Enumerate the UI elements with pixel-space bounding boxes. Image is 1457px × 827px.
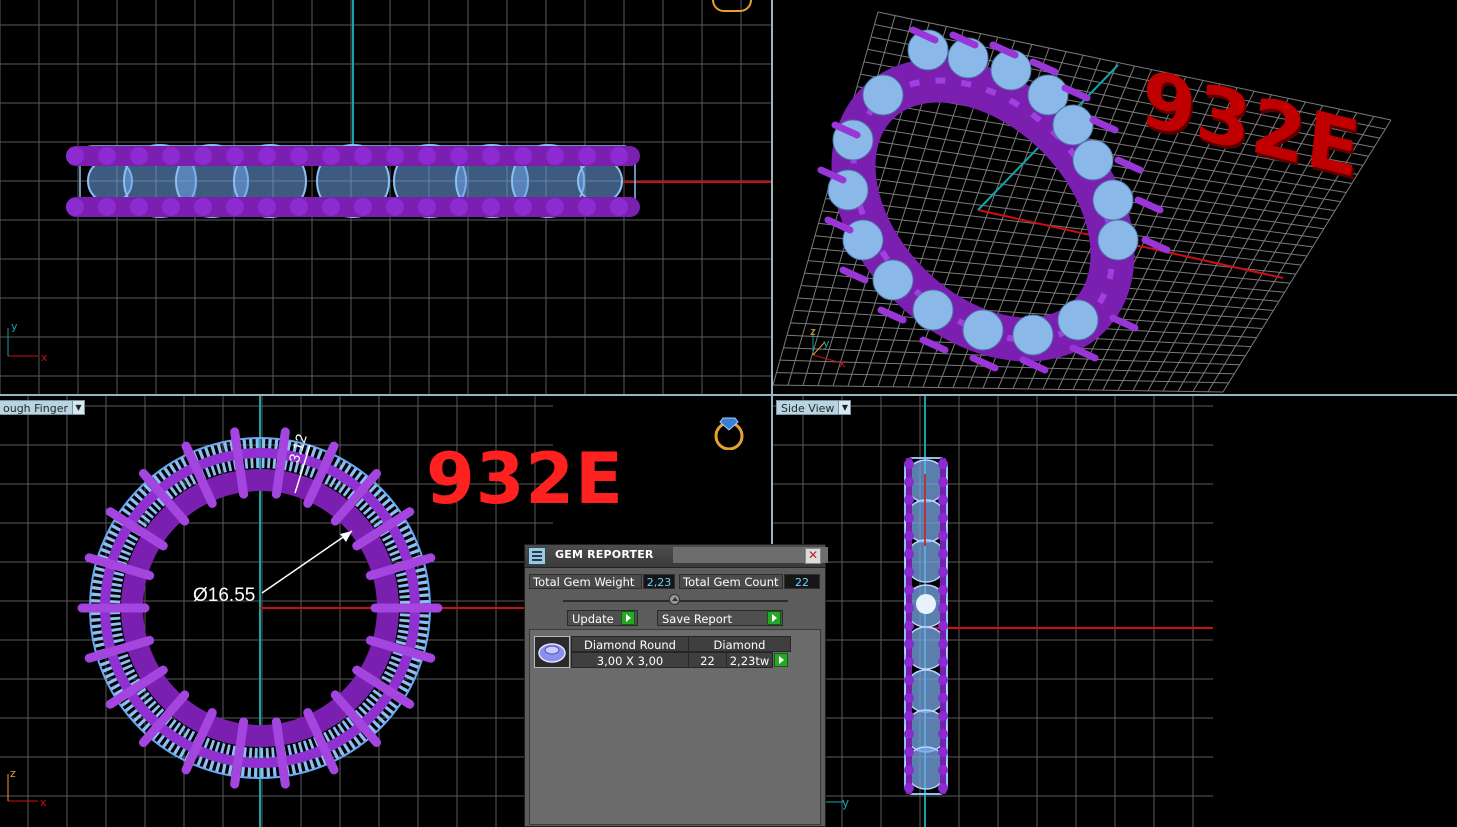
model-id-watermark: 932E xyxy=(426,438,624,520)
total-gem-weight-value: 2,23 xyxy=(643,574,675,589)
update-button-label: Update xyxy=(572,612,614,626)
diamond-round-thumbnail[interactable] xyxy=(534,636,570,668)
viewport-label-through-finger[interactable]: ough Finger ▼ xyxy=(0,400,85,415)
axis-gizmo: xy xyxy=(7,320,48,364)
dimension-diameter-label: Ø16.55 xyxy=(193,585,256,606)
svg-text:x: x xyxy=(40,796,47,809)
gem-weight-cell: 2,23tw xyxy=(726,652,773,668)
play-icon[interactable] xyxy=(621,611,635,625)
report-icon xyxy=(528,547,546,565)
total-gem-count-label: Total Gem Count xyxy=(679,574,783,589)
svg-text:x: x xyxy=(41,351,48,364)
play-icon[interactable] xyxy=(767,611,781,625)
gem-material-cell: Diamond xyxy=(688,636,791,652)
viewport-side[interactable]: y Side View ▼ xyxy=(773,396,1457,827)
viewport-label-side[interactable]: Side View ▼ xyxy=(776,400,852,415)
close-icon[interactable]: ✕ xyxy=(805,548,821,564)
svg-text:x: x xyxy=(839,357,846,370)
viewport-splitter-horizontal[interactable] xyxy=(0,394,1457,396)
viewport-perspective[interactable]: xzy 932E xyxy=(773,0,1457,394)
gem-size-cell: 3,00 X 3,00 xyxy=(571,652,689,668)
chevron-down-icon[interactable]: ▼ xyxy=(71,400,85,415)
collapse-toggle-icon[interactable] xyxy=(669,594,680,605)
grid-lines xyxy=(773,396,1213,827)
ring-band-front xyxy=(66,144,640,218)
axis-gizmo: x zy xyxy=(810,325,846,370)
viewport-front[interactable]: xy xyxy=(0,0,771,394)
play-icon[interactable] xyxy=(774,653,788,667)
save-report-button-label: Save Report xyxy=(662,612,733,626)
svg-text:y: y xyxy=(11,320,18,333)
save-report-button[interactable]: Save Report xyxy=(657,610,783,626)
perspective-view-canvas[interactable]: x zy xyxy=(773,0,1457,394)
svg-text:y: y xyxy=(842,796,849,810)
ring-icon[interactable] xyxy=(711,410,747,450)
dimension-arrowhead xyxy=(340,531,352,542)
svg-text:z: z xyxy=(10,767,16,780)
viewport-label-text: ough Finger xyxy=(0,400,72,415)
gem-shape-cell: Diamond Round xyxy=(571,636,689,652)
viewport-label-text: Side View xyxy=(776,400,839,415)
svg-text:z: z xyxy=(810,325,816,338)
total-gem-count-value: 22 xyxy=(784,574,820,589)
chevron-down-icon[interactable]: ▼ xyxy=(838,400,852,415)
gem-reporter-titlebar[interactable]: GEM REPORTER ✕ xyxy=(525,545,828,568)
ring-side-view xyxy=(904,457,948,795)
svg-text:y: y xyxy=(823,337,830,350)
axis-gizmo: y xyxy=(825,796,849,810)
gem-reporter-title: GEM REPORTER xyxy=(555,548,654,561)
front-view-canvas[interactable]: xy xyxy=(0,0,771,394)
ring-orientation-icon xyxy=(712,0,752,12)
gem-count-cell: 22 xyxy=(688,652,727,668)
side-view-canvas[interactable]: y xyxy=(773,396,1457,827)
gem-reporter-panel: GEM REPORTER ✕ Total Gem Weight 2,23 Tot… xyxy=(524,544,828,827)
total-gem-weight-label: Total Gem Weight xyxy=(529,574,642,589)
